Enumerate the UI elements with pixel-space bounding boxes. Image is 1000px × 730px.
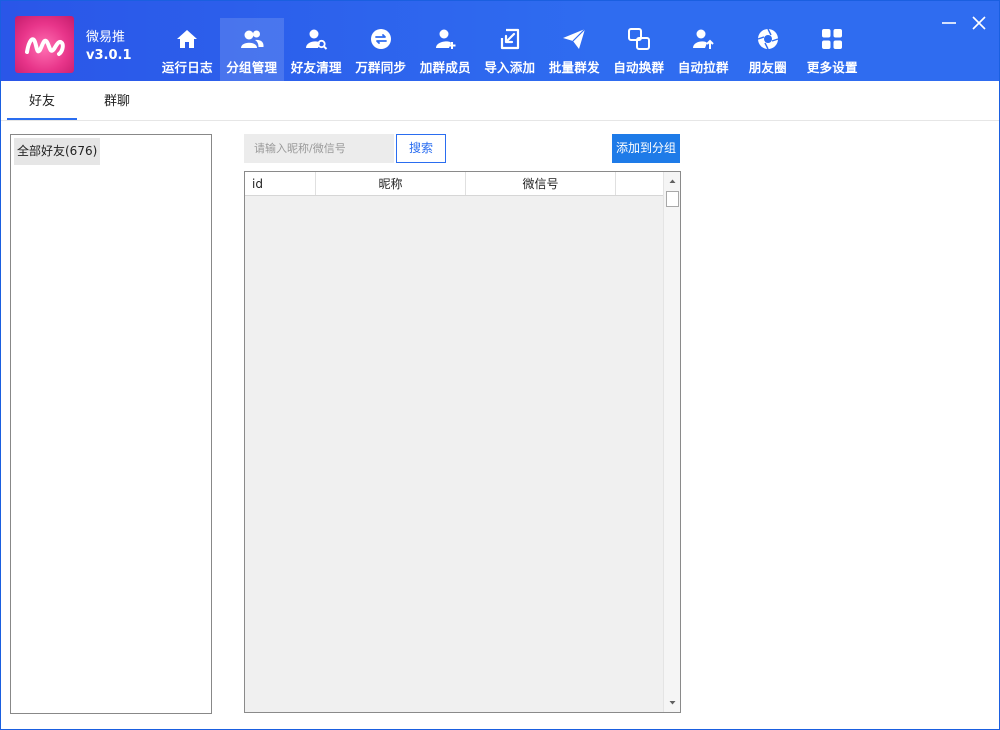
nav-item-auto-switch-group[interactable]: 自动换群 xyxy=(607,18,672,81)
nav-label: 自动换群 xyxy=(613,60,665,75)
send-icon xyxy=(563,28,586,49)
group-list: 全部好友(676) xyxy=(10,134,212,714)
logo-icon xyxy=(25,37,65,56)
nav-label: 批量群发 xyxy=(548,60,600,75)
nav-item-moments[interactable]: 朋友圈 xyxy=(736,18,801,81)
table-header: id 昵称 微信号 xyxy=(245,172,663,196)
nav-item-more-settings[interactable]: 更多设置 xyxy=(800,18,865,81)
main-toolbar: 运行日志 分组管理 好友清理 万群同步 加群成员 导入添加 批量群发 自动换群 … xyxy=(155,18,865,81)
nav-item-group-sync[interactable]: 万群同步 xyxy=(349,18,414,81)
close-icon[interactable] xyxy=(969,13,989,33)
nav-item-bulk-send[interactable]: 批量群发 xyxy=(542,18,607,81)
add-to-group-button[interactable]: 添加到分组 xyxy=(612,134,680,163)
app-logo xyxy=(15,16,74,73)
nav-label: 好友清理 xyxy=(290,60,342,75)
users-icon xyxy=(240,30,264,48)
import-icon xyxy=(500,28,519,50)
app-version: v3.0.1 xyxy=(86,48,132,63)
nav-label: 运行日志 xyxy=(161,60,213,75)
column-header-nickname[interactable]: 昵称 xyxy=(316,172,466,195)
home-icon xyxy=(177,30,198,48)
nav-label: 朋友圈 xyxy=(748,60,787,75)
app-name: 微易推 xyxy=(86,30,126,45)
tab-group-chats[interactable]: 群聊 xyxy=(83,81,151,120)
nav-label: 更多设置 xyxy=(806,60,858,75)
search-button[interactable]: 搜索 xyxy=(396,134,446,163)
group-item-all-friends[interactable]: 全部好友(676) xyxy=(14,138,101,165)
app-window: 微易推 v3.0.1 运行日志 分组管理 好友清理 万群同步 加群成员 导入添加… xyxy=(0,0,1000,730)
camera-icon xyxy=(757,28,778,50)
nav-item-group-manage[interactable]: 分组管理 xyxy=(219,18,284,81)
nav-label: 万群同步 xyxy=(355,60,407,75)
switch-icon xyxy=(627,28,650,50)
tab-friends[interactable]: 好友 xyxy=(7,81,77,120)
header-bar: 微易推 v3.0.1 运行日志 分组管理 好友清理 万群同步 加群成员 导入添加… xyxy=(1,1,999,81)
nav-item-run-log[interactable]: 运行日志 xyxy=(155,18,220,81)
nav-label: 加群成员 xyxy=(419,60,471,75)
scroll-down-icon[interactable] xyxy=(664,696,681,710)
grid-icon xyxy=(822,29,843,49)
user-search-icon xyxy=(306,29,328,50)
friends-table: id 昵称 微信号 xyxy=(244,171,681,713)
scroll-up-icon[interactable] xyxy=(664,174,681,188)
tab-bar: 好友 群聊 xyxy=(1,81,999,121)
nav-label: 分组管理 xyxy=(226,60,278,75)
scrollbar-thumb[interactable] xyxy=(666,191,679,207)
minimize-icon[interactable] xyxy=(939,13,959,33)
sync-icon xyxy=(370,29,391,49)
user-up-icon xyxy=(693,29,714,49)
nav-label: 导入添加 xyxy=(484,60,536,75)
column-header-id[interactable]: id xyxy=(245,172,316,195)
user-add-icon xyxy=(436,29,456,49)
search-input[interactable] xyxy=(244,134,394,163)
nav-item-auto-pull-group[interactable]: 自动拉群 xyxy=(671,18,736,81)
nav-item-friend-clean[interactable]: 好友清理 xyxy=(284,18,349,81)
nav-item-add-members[interactable]: 加群成员 xyxy=(413,18,478,81)
column-header-wechat-id[interactable]: 微信号 xyxy=(466,172,616,195)
column-header-filler xyxy=(616,172,663,195)
nav-item-import-add[interactable]: 导入添加 xyxy=(478,18,543,81)
vertical-scrollbar[interactable] xyxy=(663,172,680,712)
nav-label: 自动拉群 xyxy=(677,60,729,75)
